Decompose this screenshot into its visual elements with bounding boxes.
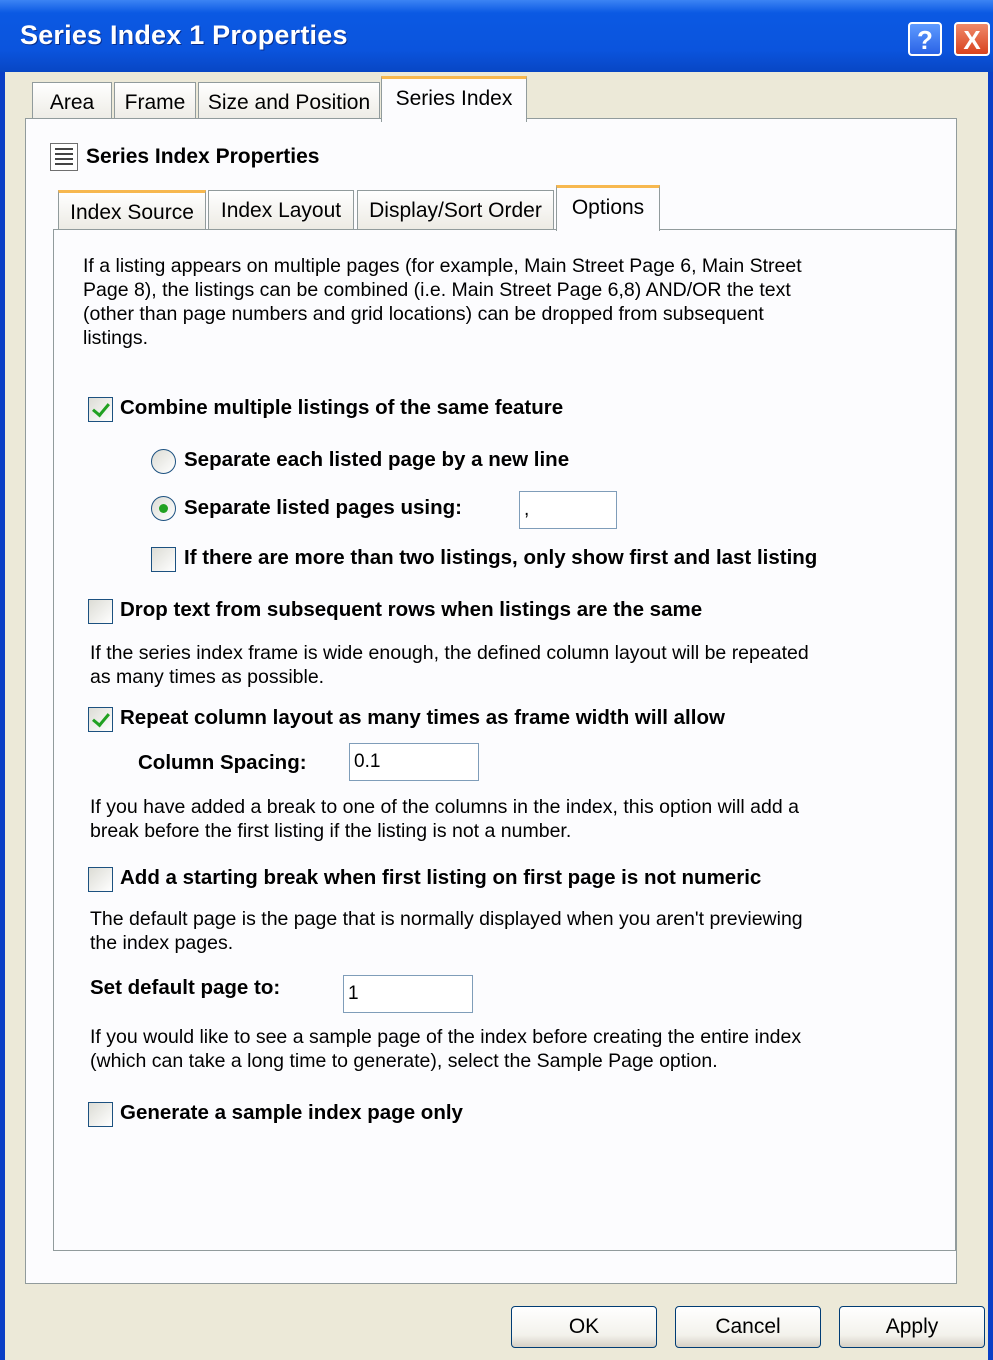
break-description: If you have added a break to one of the … [90, 795, 799, 843]
help-button[interactable]: ? [908, 22, 942, 56]
tab-options[interactable]: Options [556, 185, 660, 231]
repeat-description: If the series index frame is wide enough… [90, 641, 809, 689]
apply-button[interactable]: Apply [839, 1306, 985, 1348]
tab-display-sort-order[interactable]: Display/Sort Order [357, 190, 554, 230]
title-bar[interactable]: Series Index 1 Properties ? X [0, 0, 993, 72]
repeat-layout-checkbox[interactable] [88, 707, 113, 732]
tab-index-source[interactable]: Index Source [58, 190, 206, 230]
separate-new-line-label[interactable]: Separate each listed page by a new line [184, 448, 569, 472]
separator-input[interactable]: , [519, 491, 617, 529]
window-title: Series Index 1 Properties [20, 20, 348, 50]
sample-desc-line: If you would like to see a sample page o… [90, 1026, 802, 1048]
tab-size-and-position[interactable]: Size and Position [198, 82, 380, 122]
intro-line: listings. [83, 327, 149, 349]
repeat-layout-label[interactable]: Repeat column layout as many times as fr… [120, 706, 725, 730]
drop-text-label[interactable]: Drop text from subsequent rows when list… [120, 598, 702, 622]
sample-desc-line: (which can take a long time to generate)… [90, 1050, 718, 1072]
first-last-label[interactable]: If there are more than two listings, onl… [184, 546, 817, 570]
first-last-checkbox[interactable] [151, 547, 176, 572]
default-desc-line: The default page is the page that is nor… [90, 908, 803, 930]
separate-using-radio[interactable] [151, 496, 176, 521]
series-index-icon [50, 143, 78, 171]
tab-index-layout[interactable]: Index Layout [208, 190, 354, 230]
default-desc-line: the index pages. [90, 932, 234, 954]
starting-break-label[interactable]: Add a starting break when first listing … [120, 866, 761, 890]
sample-page-checkbox[interactable] [88, 1102, 113, 1127]
column-spacing-label: Column Spacing: [138, 751, 307, 774]
intro-line: (other than page numbers and grid locati… [83, 303, 764, 325]
ok-button[interactable]: OK [511, 1306, 657, 1348]
combine-label[interactable]: Combine multiple listings of the same fe… [120, 396, 563, 420]
sample-page-label[interactable]: Generate a sample index page only [120, 1101, 463, 1125]
separate-using-label[interactable]: Separate listed pages using: [184, 496, 462, 520]
tab-area[interactable]: Area [32, 82, 112, 122]
repeat-desc-line: If the series index frame is wide enough… [90, 642, 809, 664]
combine-checkbox[interactable] [88, 397, 113, 422]
drop-text-checkbox[interactable] [88, 599, 113, 624]
separate-new-line-radio[interactable] [151, 449, 176, 474]
sample-description: If you would like to see a sample page o… [90, 1025, 801, 1073]
break-desc-line: If you have added a break to one of the … [90, 796, 799, 818]
intro-text: If a listing appears on multiple pages (… [83, 254, 802, 350]
close-button[interactable]: X [954, 22, 990, 56]
section-header: Series Index Properties [50, 143, 319, 171]
column-spacing-input[interactable]: 0.1 [349, 743, 479, 781]
break-desc-line: break before the first listing if the li… [90, 820, 572, 842]
section-title: Series Index Properties [86, 145, 320, 168]
cancel-button[interactable]: Cancel [675, 1306, 821, 1348]
intro-line: Page 8), the listings can be combined (i… [83, 279, 791, 301]
default-page-label: Set default page to: [90, 976, 281, 999]
intro-line: If a listing appears on multiple pages (… [83, 255, 802, 277]
default-page-input[interactable]: 1 [343, 975, 473, 1013]
repeat-desc-line: as many times as possible. [90, 666, 325, 688]
starting-break-checkbox[interactable] [88, 867, 113, 892]
options-panel [53, 229, 956, 1251]
tab-frame[interactable]: Frame [114, 82, 196, 122]
tab-series-index[interactable]: Series Index [381, 76, 527, 122]
default-page-description: The default page is the page that is nor… [90, 907, 803, 955]
